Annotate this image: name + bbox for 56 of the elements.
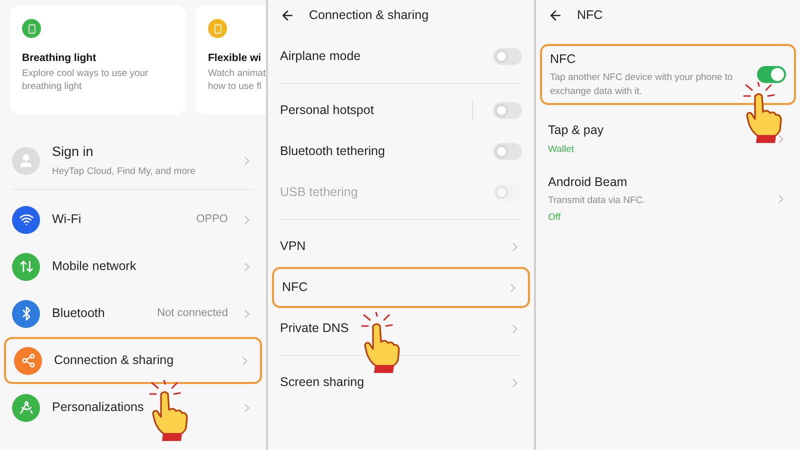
row-label: Mobile network <box>52 258 138 276</box>
settings-row[interactable]: Private DNS <box>268 308 534 349</box>
settings-row[interactable]: Mobile network <box>0 243 266 290</box>
row-label: Sign in <box>52 143 94 162</box>
card-description: breathing light <box>22 80 83 93</box>
row-description: Transmit data via NFC. <box>548 194 646 208</box>
settings-row[interactable]: Personal hotspot <box>268 90 534 131</box>
row-label: Bluetooth tethering <box>280 143 386 160</box>
row-label: Personalizations <box>52 399 145 416</box>
row-label: Screen sharing <box>280 374 366 392</box>
row-label: Private DNS <box>280 320 350 338</box>
feature-card[interactable]: Flexible wi Watch animat how to use fl <box>196 5 266 115</box>
row-label: Bluetooth <box>52 305 106 322</box>
page-title: NFC <box>577 6 603 24</box>
settings-row[interactable]: Tap & pay Wallet <box>536 112 800 165</box>
toggle-switch[interactable] <box>757 66 786 83</box>
settings-row[interactable]: Bluetooth tethering <box>268 131 534 172</box>
row-label: Android Beam <box>548 174 628 191</box>
toggle-switch[interactable] <box>493 102 522 119</box>
back-icon[interactable] <box>280 8 295 22</box>
card-description: how to use fl <box>208 80 262 93</box>
settings-row[interactable]: Screen sharing <box>268 362 534 403</box>
toggle-switch[interactable] <box>493 143 522 160</box>
back-icon[interactable] <box>548 8 563 22</box>
row-label: Connection & sharing <box>54 352 175 370</box>
page-title: Connection & sharing <box>309 6 429 24</box>
avatar-icon <box>12 146 40 174</box>
settings-row[interactable]: Wi-Fi OPPO <box>0 196 266 243</box>
settings-row[interactable]: Sign in HeyTap Cloud, Find My, and more <box>0 137 266 184</box>
row-label: Airplane mode <box>280 48 362 66</box>
feature-card[interactable]: Breathing light Explore cool ways to use your breathing light <box>10 5 186 115</box>
highlighted-settings-row[interactable]: Connection & sharing <box>4 337 262 384</box>
settings-row[interactable]: Airplane mode <box>268 36 534 77</box>
settings-row[interactable]: VPN <box>268 226 534 267</box>
row-label: USB tethering <box>280 184 359 202</box>
card-title: Flexible wi <box>208 51 262 66</box>
row-value: Not connected <box>157 306 228 322</box>
row-label: Tap & pay <box>548 122 605 139</box>
card-title: Breathing light <box>22 51 96 66</box>
row-status: Off <box>548 210 562 224</box>
row-description: HeyTap Cloud, Find My, and more <box>52 164 196 179</box>
highlighted-settings-row[interactable]: NFC Tap another NFC device with your phone to exchange data with it. <box>540 44 796 105</box>
settings-row[interactable]: Bluetooth Not connected <box>0 290 266 337</box>
card-description: Watch animat <box>208 66 266 80</box>
highlighted-settings-row[interactable]: NFC <box>272 267 530 308</box>
row-label: Wi-Fi <box>52 211 82 228</box>
row-label: Personal hotspot <box>280 102 375 120</box>
row-status: Wallet <box>548 142 576 156</box>
row-label: NFC <box>282 279 309 296</box>
card-description: Explore cool ways to use your <box>22 66 150 80</box>
row-description: Tap another NFC device with your phone to exchange data with it. <box>550 70 734 99</box>
row-label: NFC <box>550 51 577 68</box>
toggle-switch[interactable] <box>493 48 522 65</box>
settings-row[interactable]: Android Beam Transmit data via NFC. Off <box>536 172 800 225</box>
row-value: OPPO <box>196 212 228 228</box>
row-label: VPN <box>280 238 307 256</box>
